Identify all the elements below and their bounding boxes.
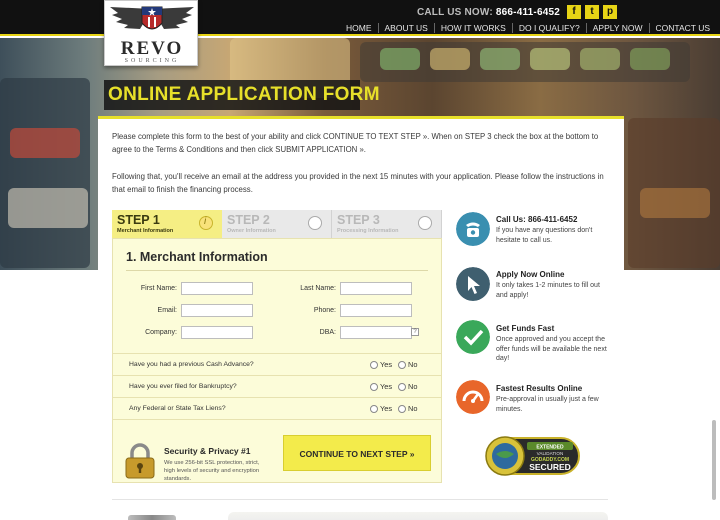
feature-call-title: Call Us: 866-411-6452 [496, 215, 578, 224]
intro-paragraph-2: Following that, you'll receive an email … [112, 172, 604, 194]
question-tax-liens: Any Federal or State Tax Liens? [129, 405, 226, 412]
bankruptcy-no-label: No [408, 382, 418, 391]
godaddy-secured-seal[interactable]: EXTENDED VALIDATION GODADDY.COM SECURED [483, 432, 583, 480]
nav-home[interactable]: HOME [340, 23, 378, 33]
dba-label: DBA: [319, 329, 336, 336]
phone-icon [456, 212, 490, 246]
bankruptcy-yes-radio[interactable] [370, 383, 378, 391]
nav-do-i-qualify[interactable]: DO I QUALIFY? [511, 23, 586, 33]
cash-advance-yes-radio[interactable] [370, 361, 378, 369]
tax-liens-no-label: No [408, 404, 418, 413]
seal-extended-text: EXTENDED [536, 445, 564, 451]
bankruptcy-no-radio[interactable] [398, 383, 406, 391]
merchant-form: 1. Merchant Information First Name: Last… [112, 238, 442, 483]
phone-label: Phone: [313, 307, 336, 314]
checkmark-icon [456, 320, 490, 354]
step-3-label: STEP 3 [337, 213, 380, 227]
company-label: Company: [145, 329, 177, 336]
dba-input[interactable] [340, 326, 412, 339]
cursor-icon [456, 267, 490, 301]
cash-advance-no-label: No [408, 360, 418, 369]
step-2-label: STEP 2 [227, 213, 270, 227]
speedometer-icon [456, 380, 490, 414]
info-icon: i [199, 216, 213, 230]
phone-input[interactable] [340, 304, 412, 317]
winged-shield-icon [110, 6, 194, 30]
question-divider [113, 419, 441, 420]
site-logo[interactable]: REVO SOURCING [104, 0, 198, 66]
step-2-tab[interactable]: STEP 2 Owner Information [222, 210, 332, 238]
feature-call-text: If you have any questions don't hesitate… [496, 227, 593, 244]
footer-logo[interactable] [128, 515, 176, 520]
step-3-sub: Processing Information [337, 228, 399, 234]
step-1-sub: Merchant Information [117, 228, 174, 234]
feature-apply-text: It only takes 1-2 minutes to fill out an… [496, 282, 600, 299]
main-nav: HOME ABOUT US HOW IT WORKS DO I QUALIFY?… [340, 23, 716, 33]
security-text: We use 256-bit SSL protection, strict, h… [164, 460, 260, 482]
company-input[interactable] [181, 326, 253, 339]
feature-results-title: Fastest Results Online [496, 384, 583, 393]
bankruptcy-yes-label: Yes [380, 382, 393, 391]
question-cash-advance: Have you had a previous Cash Advance? [129, 361, 254, 368]
tax-liens-no-radio[interactable] [398, 405, 406, 413]
help-icon[interactable]: ? [411, 328, 419, 336]
feature-apply-title: Apply Now Online [496, 270, 565, 279]
footer-band [228, 512, 608, 520]
continue-button[interactable]: CONTINUE TO NEXT STEP » [283, 435, 431, 471]
question-row: Any Federal or State Tax Liens? Yes No [113, 397, 441, 419]
nav-how-it-works[interactable]: HOW IT WORKS [433, 23, 512, 33]
logo-subtitle: SOURCING [124, 58, 180, 64]
step-1-label: STEP 1 [117, 213, 160, 227]
feature-results-text: Pre-approval in usually just a few minut… [496, 396, 599, 413]
tax-liens-yes-label: Yes [380, 404, 393, 413]
feature-funds-title: Get Funds Fast [496, 324, 555, 333]
nav-contact-us[interactable]: CONTACT US [648, 23, 716, 33]
last-name-label: Last Name: [300, 285, 336, 292]
step-2-sub: Owner Information [227, 228, 276, 234]
step-progress: STEP 1 Merchant Information i STEP 2 Own… [112, 210, 442, 238]
question-bankruptcy: Have you ever filed for Bankruptcy? [129, 383, 237, 390]
step-3-status-icon [418, 216, 432, 230]
logo-wordmark: REVO [120, 38, 184, 59]
page-title: ONLINE APPLICATION FORM [108, 84, 380, 105]
cash-advance-no-radio[interactable] [398, 361, 406, 369]
step-2-status-icon [308, 216, 322, 230]
cash-advance-yes-label: Yes [380, 360, 393, 369]
form-title: 1. Merchant Information [126, 250, 268, 264]
security-title: Security & Privacy #1 [164, 446, 251, 456]
first-name-label: First Name: [140, 285, 177, 292]
last-name-input[interactable] [340, 282, 412, 295]
footer-divider [112, 499, 608, 500]
padlock-icon [125, 443, 155, 479]
main-panel: Please complete this form to the best of… [98, 116, 624, 520]
nav-about-us[interactable]: ABOUT US [377, 23, 434, 33]
header-phone-number: 866-411-6452 [495, 7, 560, 18]
form-title-divider [126, 270, 428, 271]
email-input[interactable] [181, 304, 253, 317]
step-1-tab[interactable]: STEP 1 Merchant Information i [112, 210, 222, 238]
email-label: Email: [157, 307, 177, 314]
feature-funds-text: Once approved and you accept the offer f… [496, 336, 607, 362]
nav-apply-now[interactable]: APPLY NOW [585, 23, 649, 33]
seal-validation-text: VALIDATION [537, 451, 564, 456]
seal-status-text: SECURED [529, 462, 571, 472]
question-row: Have you had a previous Cash Advance? Ye… [113, 353, 441, 375]
tax-liens-yes-radio[interactable] [370, 405, 378, 413]
question-row: Have you ever filed for Bankruptcy? Yes … [113, 375, 441, 397]
header-phone-prefix: CALL US NOW: [416, 7, 493, 18]
intro-paragraph-1: Please complete this form to the best of… [112, 132, 599, 154]
pinterest-icon[interactable]: p [603, 5, 617, 19]
step-3-tab[interactable]: STEP 3 Processing Information [332, 210, 442, 238]
scrollbar[interactable] [712, 420, 716, 500]
facebook-icon[interactable]: f [567, 5, 581, 19]
first-name-input[interactable] [181, 282, 253, 295]
header-phone[interactable]: CALL US NOW: 866-411-6452 [417, 7, 560, 18]
twitter-icon[interactable]: t [585, 5, 599, 19]
